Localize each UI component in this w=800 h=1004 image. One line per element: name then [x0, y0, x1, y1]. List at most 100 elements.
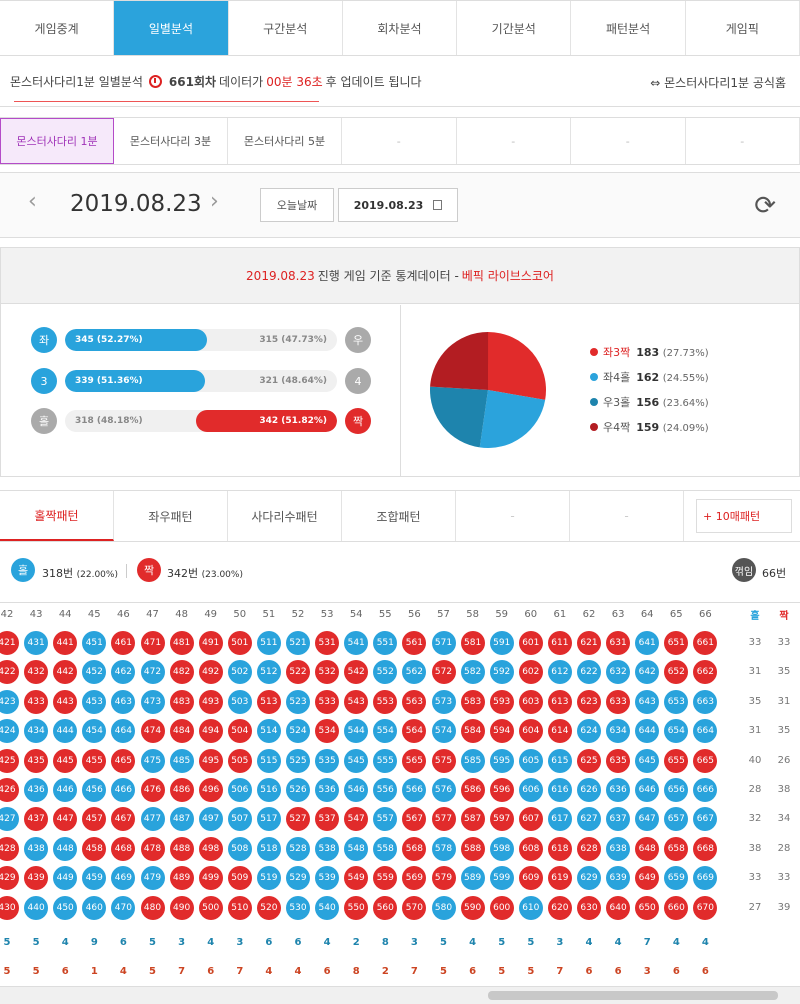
- result-ball: 467: [111, 807, 136, 832]
- date-picker[interactable]: 2019.08.23: [338, 188, 458, 222]
- pattern-tab-2[interactable]: 사다리수패턴: [228, 491, 342, 541]
- odd-row-count: 28: [748, 784, 762, 795]
- even-row-count: 33: [777, 872, 791, 884]
- result-ball: 594: [489, 719, 514, 744]
- result-ball: 661: [693, 631, 718, 655]
- tab-5[interactable]: 패턴분석: [571, 1, 686, 55]
- result-ball: 496: [198, 778, 223, 802]
- grid-col-header: 58: [466, 608, 479, 620]
- stat-right-text: 315 (47.73%): [259, 335, 327, 345]
- result-ball: 649: [635, 866, 660, 891]
- tab-0[interactable]: 게임중계: [0, 1, 115, 55]
- result-ball: 478: [140, 836, 165, 861]
- stat-row: 홀 318 (48.18%) 342 (51.82%) 짝: [31, 408, 371, 434]
- pattern-tab-0[interactable]: 홀짝패턴: [0, 491, 114, 541]
- stat-bar: 318 (48.18%) 342 (51.82%): [65, 410, 337, 432]
- streak-odd: 5: [32, 937, 40, 948]
- result-ball: 581: [460, 631, 485, 655]
- result-ball: 541: [344, 631, 369, 655]
- stat-left-text: 318 (48.18%): [75, 416, 143, 426]
- notice-suffix: 후 업데이트 됩니다: [325, 75, 422, 89]
- grid-col-header: 62: [582, 608, 596, 620]
- scroll-thumb[interactable]: [488, 991, 778, 1000]
- result-ball: 522: [286, 660, 310, 685]
- result-ball: 464: [111, 719, 136, 744]
- streak-odd: 5: [498, 937, 506, 948]
- result-ball: 621: [577, 631, 601, 655]
- result-ball: 515: [256, 748, 281, 773]
- streak-even: 7: [236, 966, 244, 977]
- refresh-icon[interactable]: ⟳: [754, 191, 776, 221]
- ladder-tab-0[interactable]: 몬스터사다리 1분: [0, 118, 114, 164]
- pattern-tab-3[interactable]: 조합패턴: [342, 491, 456, 541]
- legend-item: 우3홀 156 (23.64%): [590, 394, 790, 410]
- legend-label: 우3홀: [603, 396, 631, 409]
- result-ball: 646: [635, 778, 660, 802]
- result-ball: 612: [547, 660, 572, 685]
- break-count: 66번: [762, 567, 787, 580]
- date-bar: ‹ 2019.08.23 › 오늘날짜 2019.08.23 ⟳: [0, 172, 800, 238]
- result-ball: 596: [489, 778, 514, 802]
- ten-pattern-button[interactable]: + 10매패턴: [696, 499, 792, 533]
- result-ball: 606: [518, 778, 543, 802]
- result-ball: 639: [606, 866, 631, 891]
- stats-bars: 좌 345 (52.27%) 315 (47.73%) 우 3 339 (51.36%) 3…: [1, 305, 401, 477]
- pattern-tab-1[interactable]: 좌우패턴: [114, 491, 228, 541]
- streak-odd: 3: [178, 937, 186, 948]
- streak-odd: 4: [207, 937, 215, 948]
- result-ball: 457: [82, 807, 107, 832]
- legend-pct: (24.55%): [662, 373, 709, 384]
- result-ball: 589: [460, 866, 485, 891]
- even-row-count: 34: [777, 813, 791, 825]
- tab-6[interactable]: 게임픽: [685, 1, 800, 55]
- tab-4[interactable]: 기간분석: [457, 1, 572, 55]
- result-ball: 443: [53, 689, 78, 714]
- result-ball: 449: [53, 866, 78, 891]
- result-ball: 525: [286, 748, 310, 773]
- result-ball: 482: [169, 660, 194, 685]
- result-ball: 534: [315, 719, 340, 744]
- notice-time: 00분 36초: [266, 75, 323, 89]
- grid-col-header: 57: [437, 608, 450, 620]
- result-ball: 453: [82, 689, 107, 714]
- tab-3[interactable]: 회차분석: [342, 1, 458, 55]
- result-ball: 529: [286, 866, 310, 891]
- notice-mid: 데이터가: [219, 75, 264, 89]
- result-ball: 427: [0, 807, 19, 832]
- today-button[interactable]: 오늘날짜: [260, 188, 334, 222]
- streak-odd: 4: [61, 937, 69, 948]
- prev-date-icon[interactable]: ‹: [28, 189, 37, 214]
- stat-left-label: 홀: [31, 408, 57, 434]
- result-ball: 446: [53, 778, 78, 802]
- next-date-icon[interactable]: ›: [210, 189, 219, 214]
- streak-odd: 6: [119, 937, 127, 948]
- result-ball: 554: [373, 719, 398, 744]
- link-icon: ⇔: [650, 76, 665, 90]
- ladder-tab-1[interactable]: 몬스터사다리 3분: [114, 118, 228, 164]
- result-ball: 588: [460, 836, 485, 861]
- result-ball: 643: [635, 689, 660, 714]
- ladder-tab-2[interactable]: 몬스터사다리 5분: [228, 118, 342, 164]
- tab-1[interactable]: 일별분석: [114, 1, 229, 55]
- result-ball: 592: [489, 660, 514, 685]
- official-home-link[interactable]: ⇔ 몬스터사다리1분 공식홈: [650, 74, 786, 91]
- streak-odd: 6: [294, 937, 302, 948]
- pie-slice: [430, 332, 489, 390]
- result-ball: 578: [431, 836, 456, 861]
- result-ball: 523: [286, 689, 310, 714]
- legend-pct: (23.64%): [662, 398, 709, 409]
- grid-col-header: 48: [175, 608, 188, 620]
- stat-left-text: 345 (52.27%): [75, 335, 143, 345]
- result-ball: 492: [198, 660, 223, 685]
- streak-odd: 4: [614, 937, 622, 948]
- result-ball: 544: [344, 719, 369, 744]
- tab-2[interactable]: 구간분석: [228, 1, 343, 55]
- result-ball: 512: [256, 660, 281, 685]
- stat-bar: 339 (51.36%) 321 (48.64%): [65, 370, 337, 392]
- odd-row-count: 38: [748, 842, 762, 854]
- streak-odd: 4: [323, 937, 331, 948]
- odd-column-header: 홀: [750, 610, 760, 622]
- ladder-tabs: 몬스터사다리 1분 몬스터사다리 3분 몬스터사다리 5분 - - - -: [0, 117, 800, 165]
- result-ball: 651: [664, 631, 689, 655]
- horizontal-scrollbar[interactable]: [0, 986, 800, 1004]
